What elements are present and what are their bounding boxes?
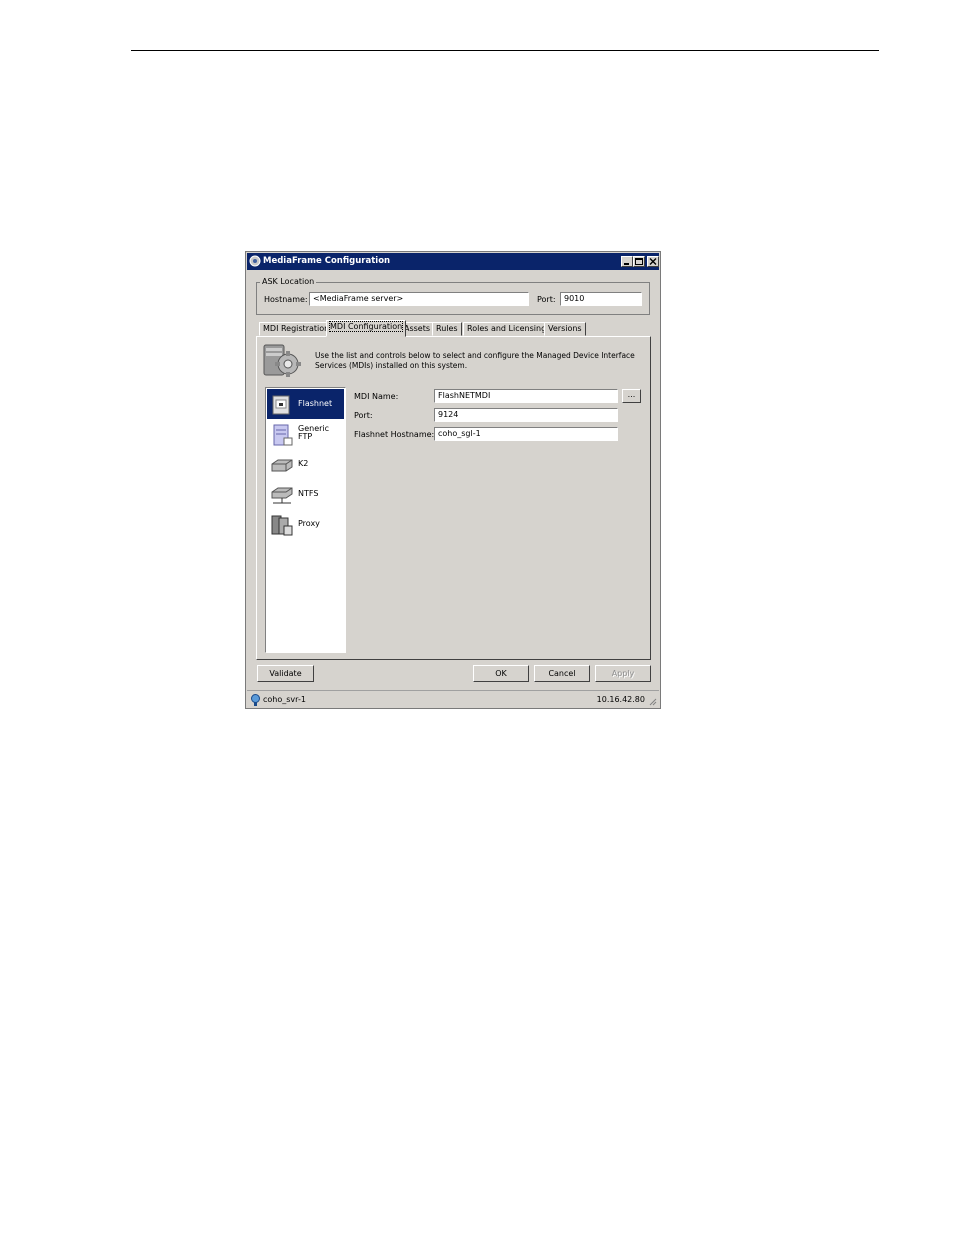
tab-label: Versions [548, 324, 582, 333]
mdi-name-label: MDI Name: [354, 392, 399, 401]
maximize-button[interactable] [633, 256, 645, 267]
mdi-name-input[interactable]: FlashNETMDI [434, 389, 618, 403]
close-icon [649, 258, 657, 265]
tab-label: MDI Configuration [328, 321, 404, 332]
mdi-item-label: Proxy [298, 519, 320, 528]
tab-versions[interactable]: Versions [544, 322, 586, 336]
ok-button[interactable]: OK [473, 665, 529, 682]
page-header-rule [131, 50, 879, 51]
resize-grip-icon[interactable] [648, 697, 657, 706]
hostname-input[interactable]: <MediaFrame server> [309, 292, 529, 306]
flashnet-hostname-input[interactable]: coho_sgl-1 [434, 427, 618, 441]
minimize-icon [624, 263, 629, 265]
ask-location-legend: ASK Location [260, 277, 317, 286]
mdi-item-generic-ftp[interactable]: Generic FTP [267, 419, 344, 449]
mdi-item-k2[interactable]: K2 [267, 449, 344, 479]
tab-roles-and-licensing[interactable]: Roles and Licensing [463, 322, 551, 336]
cancel-button[interactable]: Cancel [534, 665, 590, 682]
settings-gear-icon [263, 344, 301, 377]
close-button[interactable] [647, 256, 659, 267]
port-input[interactable]: 9010 [560, 292, 642, 306]
app-icon [249, 255, 261, 267]
tab-mdi-configuration[interactable]: MDI Configuration [326, 320, 407, 337]
proxy-server-icon [271, 515, 293, 536]
mdi-item-ntfs[interactable]: NTFS [267, 479, 344, 509]
browse-button[interactable]: ... [622, 389, 641, 403]
server-status-icon [251, 694, 260, 706]
mdi-item-label-line2: FTP [298, 432, 313, 441]
validate-button[interactable]: Validate [257, 665, 314, 682]
minimize-button[interactable] [621, 256, 633, 267]
apply-button[interactable]: Apply [595, 665, 651, 682]
tab-label: Roles and Licensing [467, 324, 547, 333]
mdi-item-label: K2 [298, 459, 309, 468]
tab-label: Assets [404, 324, 431, 333]
tab-label: Rules [436, 324, 458, 333]
mdi-port-input[interactable]: 9124 [434, 408, 618, 422]
mdi-item-label: Flashnet [298, 399, 333, 408]
title-bar[interactable]: MediaFrame Configuration [247, 253, 659, 270]
drive-icon [271, 459, 293, 472]
mdi-item-label: NTFS [298, 489, 319, 498]
port-field-label: Port: [354, 411, 373, 420]
server-icon [272, 395, 290, 415]
tab-label: MDI Registration [263, 324, 330, 333]
mdi-list[interactable]: Flashnet Generic FTP K2 NTFS Proxy [265, 387, 346, 653]
status-server-name: coho_svr-1 [263, 695, 306, 704]
mdi-item-proxy[interactable]: Proxy [267, 509, 344, 539]
maximize-icon [635, 258, 643, 265]
mediaframe-configuration-window: MediaFrame Configuration ASK Location Ho… [245, 251, 661, 709]
hostname-label: Hostname: [264, 295, 308, 304]
flashnet-hostname-label: Flashnet Hostname: [354, 430, 435, 439]
mdi-item-flashnet[interactable]: Flashnet [267, 389, 344, 419]
mdi-description: Use the list and controls below to selec… [315, 351, 635, 370]
tab-rules[interactable]: Rules [432, 322, 462, 336]
ftp-server-icon [273, 424, 293, 446]
tab-mdi-registration[interactable]: MDI Registration [259, 322, 334, 336]
network-drive-icon [271, 487, 293, 504]
browse-label: ... [627, 390, 636, 399]
port-label: Port: [537, 295, 556, 304]
status-bar: coho_svr-1 10.16.42.80 [247, 690, 659, 709]
window-title: MediaFrame Configuration [263, 256, 391, 266]
status-ip-address: 10.16.42.80 [596, 695, 645, 704]
